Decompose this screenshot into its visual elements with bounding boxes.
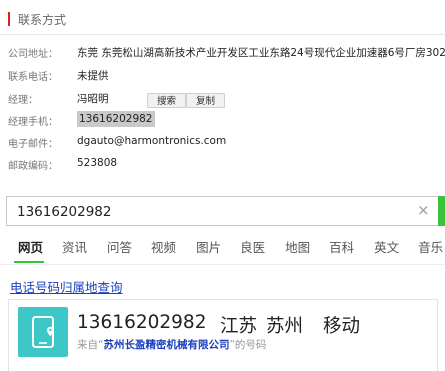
phone-label: 联系电话：: [8, 72, 58, 83]
result-carrier: 移动: [323, 316, 361, 337]
source-company-name[interactable]: 苏州长盈精密机械有限公司: [103, 339, 229, 351]
address-label: 公司地址：: [8, 49, 58, 60]
tab-video[interactable]: 视频: [151, 238, 176, 264]
result-phone-number: 13616202982: [77, 312, 207, 333]
address-value: 东莞 东莞松山湖高新技术产业开发区工业东路24号现代企业加速器6号厂房302室: [77, 47, 445, 59]
section-title: 联系方式: [18, 13, 67, 27]
context-copy-button[interactable]: 复制: [186, 93, 225, 108]
postcode-label: 邮政编码：: [8, 161, 58, 172]
result-title-link[interactable]: 电话号码归属地查询: [10, 277, 123, 296]
tab-english[interactable]: 英文: [374, 238, 399, 264]
tabs-divider: [0, 264, 445, 265]
tab-health[interactable]: 良医: [240, 238, 265, 264]
manager-value: 冯昭明: [77, 93, 109, 105]
phone-location-icon: [18, 307, 68, 357]
tab-maps[interactable]: 地图: [285, 238, 310, 264]
clear-icon[interactable]: ×: [417, 202, 430, 218]
result-city: 苏州: [266, 316, 304, 337]
phone-value: 未提供: [77, 70, 109, 82]
section-accent-bar: [8, 12, 10, 26]
email-value: dgauto@harmontronics.com: [77, 135, 227, 147]
context-search-button[interactable]: 搜索: [147, 93, 186, 108]
mobile-label: 经理手机：: [8, 117, 58, 128]
result-province: 江苏: [220, 316, 258, 337]
tab-music[interactable]: 音乐: [418, 238, 443, 264]
tab-images[interactable]: 图片: [196, 238, 221, 264]
search-button-edge[interactable]: [438, 196, 445, 226]
mobile-value-selected[interactable]: 13616202982: [77, 111, 155, 127]
section-divider: [0, 34, 445, 35]
tab-qa[interactable]: 问答: [107, 238, 132, 264]
manager-label: 经理：: [8, 95, 38, 106]
active-tab-underline: [14, 261, 44, 263]
postcode-value: 523808: [77, 157, 118, 169]
tab-encyclopedia[interactable]: 百科: [329, 238, 354, 264]
email-label: 电子邮件：: [8, 139, 58, 150]
tab-news[interactable]: 资讯: [62, 238, 87, 264]
source-prefix: 来自“: [77, 339, 104, 351]
search-input[interactable]: [17, 203, 397, 220]
phone-location-icon-graphic: [32, 316, 54, 348]
result-source: 来自“苏州长盈精密机械有限公司”的号码: [77, 337, 266, 352]
source-suffix: ”的号码: [229, 339, 267, 351]
search-tabs: 网页 资讯 问答 视频 图片 良医 地图 百科 英文 音乐: [0, 238, 445, 264]
